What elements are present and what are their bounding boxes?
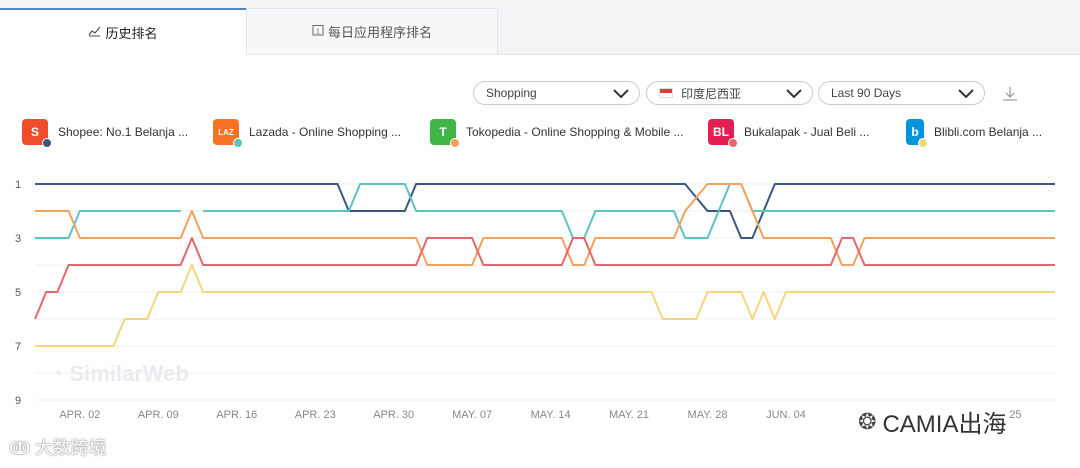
app-icon-text: T bbox=[439, 125, 447, 139]
y-tick-label: 9 bbox=[15, 395, 21, 407]
tab-history-ranking[interactable]: 历史排名 bbox=[0, 8, 246, 55]
tab-daily-app-ranking[interactable]: 1 每日应用程序排名 bbox=[246, 8, 498, 54]
chevron-down-icon bbox=[786, 89, 802, 99]
legend-item-tokopedia[interactable]: T Tokopedia - Online Shopping & Mobile .… bbox=[430, 118, 684, 148]
chevron-down-icon bbox=[958, 89, 974, 99]
legend-item-shopee[interactable]: S Shopee: No.1 Belanja ... bbox=[22, 118, 189, 148]
y-tick-label: 7 bbox=[15, 341, 21, 353]
series-line-5 bbox=[35, 264, 1055, 347]
app-icon-text: b bbox=[911, 125, 919, 139]
chevron-down-icon bbox=[613, 89, 629, 99]
x-tick-label: APR. 30 bbox=[373, 409, 414, 421]
x-tick-label: MAY. 21 bbox=[609, 409, 649, 421]
category-dropdown[interactable]: Shopping bbox=[473, 81, 640, 105]
x-tick-label: 25 bbox=[1009, 409, 1021, 421]
tab-label: 历史排名 bbox=[105, 26, 158, 41]
app-icon-text: BL bbox=[713, 125, 729, 139]
indonesia-flag-icon bbox=[659, 88, 673, 98]
x-tick-label: APR. 02 bbox=[59, 409, 100, 421]
svg-text:1: 1 bbox=[316, 29, 320, 36]
wechat-icon: ❂ bbox=[858, 408, 877, 434]
shopee-app-icon: S bbox=[22, 119, 52, 148]
legend-label: Lazada - Online Shopping ... bbox=[249, 125, 402, 139]
tab-bar: 历史排名 1 每日应用程序排名 bbox=[0, 0, 1080, 55]
legend-label: Shopee: No.1 Belanja ... bbox=[58, 125, 189, 139]
blibli-app-icon: b bbox=[906, 119, 928, 148]
rank-history-chart: 1 3 5 7 9 APR. 02 APR. 09 APR. 16 APR. 23 APR. 30… bbox=[15, 179, 1055, 421]
legend-item-blibli[interactable]: b Blibli.com Belanja ... bbox=[902, 118, 1043, 148]
series-color-dot bbox=[233, 138, 243, 148]
x-tick-label: APR. 09 bbox=[138, 409, 179, 421]
download-icon[interactable] bbox=[1000, 84, 1020, 104]
series-line-2 bbox=[35, 210, 181, 239]
legend-label: Tokopedia - Online Shopping & Mobile ... bbox=[466, 125, 684, 139]
x-tick-label: JUN. 04 bbox=[766, 409, 806, 421]
country-value: 印度尼西亚 bbox=[681, 86, 742, 101]
y-tick-label: 5 bbox=[15, 287, 21, 299]
series-color-dot bbox=[42, 138, 52, 148]
y-tick-label: 1 bbox=[15, 179, 21, 191]
line-chart-icon bbox=[88, 26, 101, 40]
tab-label: 每日应用程序排名 bbox=[327, 25, 432, 40]
similarweb-watermark-text: SimilarWeb bbox=[69, 361, 189, 386]
series-color-dot bbox=[728, 138, 738, 148]
x-tick-label: APR. 16 bbox=[216, 409, 257, 421]
calendar-icon: 1 bbox=[312, 24, 324, 39]
country-dropdown[interactable]: 印度尼西亚 bbox=[646, 81, 813, 105]
camia-watermark-text: CAMIA出海 bbox=[882, 411, 1007, 438]
legend-label: Blibli.com Belanja ... bbox=[934, 125, 1043, 139]
legend-item-bukalapak[interactable]: BL Bukalapak - Jual Beli ... bbox=[708, 118, 870, 148]
series-line-4 bbox=[34, 237, 1055, 320]
lazada-app-icon: LAZ bbox=[213, 119, 243, 148]
series-color-dot bbox=[450, 138, 460, 148]
series-line-2 bbox=[203, 183, 1055, 239]
bottom-left-watermark: ↈ 大数跨境 bbox=[10, 438, 107, 458]
similarweb-watermark: ◔ SimilarWeb bbox=[50, 361, 189, 386]
bottom-left-watermark-text: 大数跨境 bbox=[34, 438, 107, 458]
app-icon-text: LAZ bbox=[218, 127, 234, 137]
tokopedia-app-icon: T bbox=[430, 119, 460, 148]
y-tick-label: 3 bbox=[15, 233, 21, 245]
x-tick-label: MAY. 07 bbox=[452, 409, 492, 421]
x-tick-label: APR. 23 bbox=[295, 409, 336, 421]
app-icon-text: S bbox=[30, 125, 39, 139]
legend-label: Bukalapak - Jual Beli ... bbox=[744, 125, 870, 139]
series-line-3 bbox=[35, 183, 1055, 266]
x-tick-label: MAY. 14 bbox=[531, 409, 571, 421]
bukalapak-app-icon: BL bbox=[708, 119, 738, 148]
date-range-value: Last 90 Days bbox=[831, 86, 902, 100]
date-range-dropdown[interactable]: Last 90 Days bbox=[818, 81, 985, 105]
camia-watermark: ❂ CAMIA出海 bbox=[858, 404, 1006, 439]
legend-item-lazada[interactable]: LAZ Lazada - Online Shopping ... bbox=[213, 118, 402, 148]
x-tick-label: MAY. 28 bbox=[688, 409, 728, 421]
category-value: Shopping bbox=[486, 86, 537, 100]
series-color-dot bbox=[918, 138, 928, 148]
